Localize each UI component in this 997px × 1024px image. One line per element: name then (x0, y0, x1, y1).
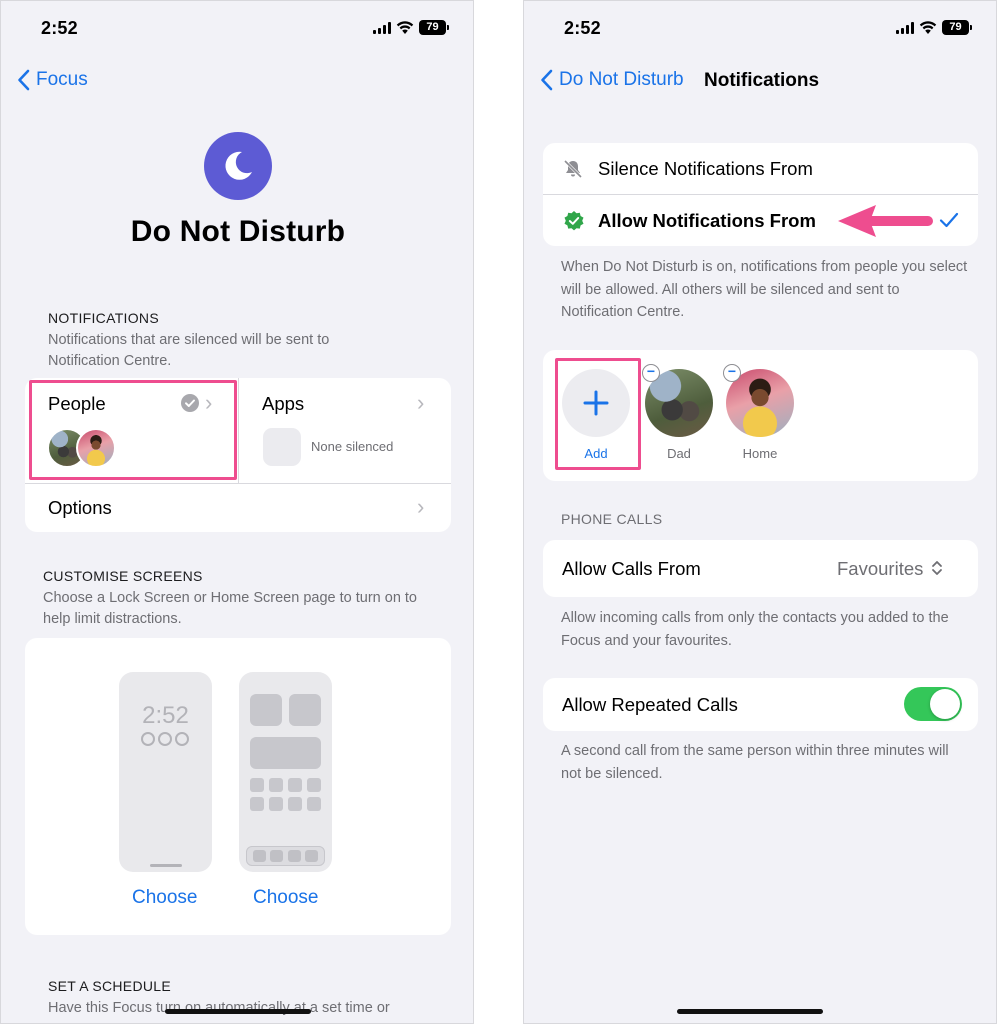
battery-icon: 79 (942, 20, 972, 35)
highlight-box (29, 380, 237, 480)
allow-calls-label: Allow Calls From (562, 558, 701, 579)
allow-option-label: Allow Notifications From (598, 210, 816, 231)
chevron-up-down-icon (932, 561, 942, 575)
home-indicator (150, 864, 182, 867)
notifications-description: Notifications that are silenced will be … (48, 332, 330, 369)
chevron-right-icon: › (417, 494, 425, 519)
wifi-icon (396, 21, 414, 34)
page-title: Notifications (704, 70, 820, 91)
customise-description: Choose a Lock Screen or Home Screen page… (43, 590, 417, 627)
verified-check-icon (564, 211, 584, 231)
repeated-calls-row: Allow Repeated Calls (543, 678, 978, 731)
contact-dad[interactable]: Dad (643, 367, 715, 477)
repeated-calls-description: A second call from the same person withi… (561, 743, 949, 782)
chevron-right-icon: › (417, 390, 425, 415)
chevron-left-icon (541, 69, 553, 91)
customise-screens-card: 2:52 Choose Choose (25, 638, 451, 935)
home-indicator (677, 1009, 823, 1014)
focus-settings-screen: 2:52 79 Focus Do Not Disturb NOTIFICATIO… (0, 0, 474, 1024)
highlight-box (555, 358, 641, 470)
phone-calls-header: PHONE CALLS (561, 511, 663, 527)
back-label: Do Not Disturb (559, 69, 684, 90)
cellular-signal-icon (373, 21, 391, 34)
moon-icon (204, 132, 272, 200)
apps-placeholder (263, 428, 301, 466)
contact-home[interactable]: Home (724, 367, 796, 477)
status-icons: 79 (373, 20, 449, 35)
home-indicator (165, 1009, 311, 1014)
status-time: 2:52 (564, 18, 601, 38)
lock-screen-time: 2:52 (142, 702, 189, 729)
allow-calls-value: Favourites (837, 558, 924, 579)
lock-screen-widgets (141, 732, 189, 746)
contact-label: Dad (667, 446, 691, 461)
status-icons: 79 (896, 20, 972, 35)
annotation-arrow-icon (838, 205, 933, 237)
apps-label: Apps (262, 393, 305, 414)
allow-calls-description: Allow incoming calls from only the conta… (561, 610, 949, 649)
remove-contact-home-button[interactable]: − (723, 364, 741, 382)
chevron-left-icon (18, 69, 30, 91)
remove-contact-dad-button[interactable]: − (642, 364, 660, 382)
options-row[interactable]: Options › (25, 484, 451, 532)
silence-option-row[interactable]: Silence Notifications From (543, 143, 978, 194)
silence-option-label: Silence Notifications From (598, 158, 813, 179)
notifications-header: NOTIFICATIONS (48, 310, 159, 326)
battery-icon: 79 (419, 20, 449, 35)
bell-slash-icon (563, 159, 583, 179)
back-button[interactable]: Do Not Disturb (540, 69, 684, 91)
back-button[interactable]: Focus (17, 69, 88, 91)
options-label: Options (48, 497, 112, 518)
repeated-calls-label: Allow Repeated Calls (562, 694, 738, 715)
repeated-calls-toggle[interactable] (904, 687, 962, 721)
contact-label: Home (742, 446, 778, 461)
lock-screen-preview[interactable]: 2:52 (119, 672, 212, 872)
choose-home-screen-button[interactable]: Choose (253, 887, 319, 909)
back-label: Focus (36, 69, 88, 90)
cellular-signal-icon (896, 21, 914, 34)
allow-calls-row[interactable]: Allow Calls From Favourites (543, 540, 978, 597)
mode-description: When Do Not Disturb is on, notifications… (561, 259, 968, 320)
schedule-header: SET A SCHEDULE (48, 978, 171, 994)
apps-status: None silenced (311, 439, 394, 454)
apps-cell[interactable]: Apps › None silenced (239, 378, 451, 483)
page-title: Do Not Disturb (130, 215, 346, 248)
customise-header: CUSTOMISE SCREENS (43, 568, 203, 584)
choose-lock-screen-button[interactable]: Choose (132, 887, 198, 909)
checkmark-icon (939, 212, 959, 228)
home-screen-preview[interactable] (239, 672, 332, 872)
notifications-settings-screen: 2:52 79 Do Not Disturb Notifications Sil… (523, 0, 997, 1024)
status-time: 2:52 (41, 18, 78, 38)
wifi-icon (919, 21, 937, 34)
